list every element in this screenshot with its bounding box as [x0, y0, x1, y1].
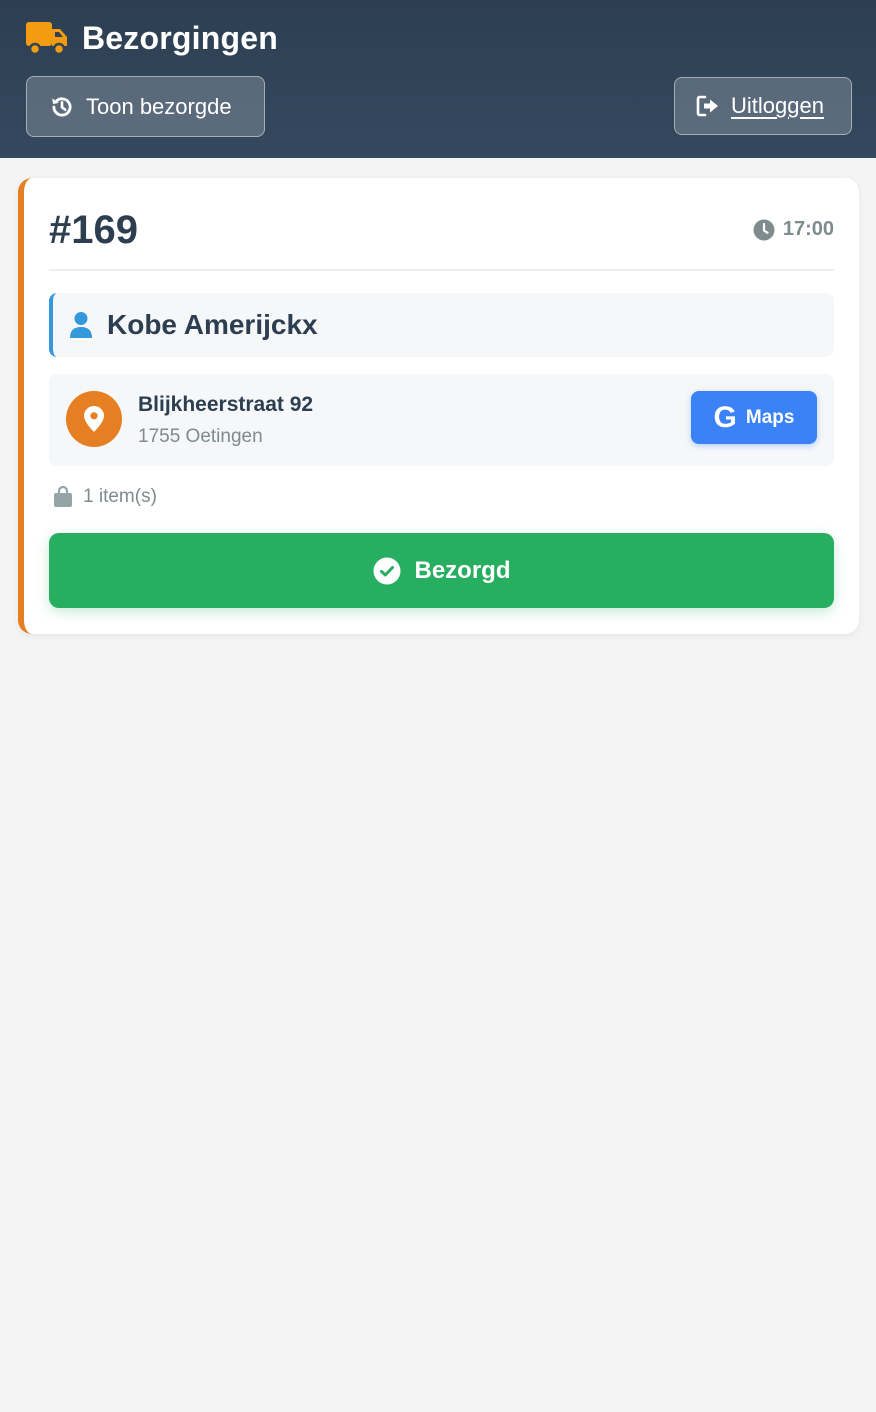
- check-circle-icon: [373, 557, 400, 584]
- show-delivered-label: Toon bezorgde: [86, 93, 232, 119]
- address-street: Blijkheerstraat 92: [138, 393, 314, 416]
- google-icon: G: [713, 400, 737, 434]
- shopping-bag-icon: [54, 486, 72, 507]
- user-icon: [70, 312, 92, 338]
- customer-name: Kobe Amerijckx: [107, 309, 318, 340]
- map-pin-icon: [84, 406, 104, 432]
- history-icon: [52, 97, 72, 116]
- logout-button[interactable]: Uitloggen: [674, 77, 852, 135]
- address-box: Blijkheerstraat 92 1755 Oetingen G Maps: [49, 374, 834, 466]
- items-count-text: 1 item(s): [83, 486, 157, 507]
- maps-button[interactable]: G Maps: [691, 391, 817, 444]
- truck-icon: [26, 22, 67, 56]
- clock-icon: [753, 219, 775, 240]
- brand: Bezorgingen: [26, 18, 278, 58]
- maps-label: Maps: [745, 406, 795, 428]
- delivered-label: Bezorgd: [414, 556, 511, 584]
- show-delivered-button[interactable]: Toon bezorgde: [26, 76, 265, 137]
- app-header: Bezorgingen Toon bezorgde Uitloggen: [0, 0, 876, 158]
- address-city: 1755 Oetingen: [138, 426, 263, 447]
- sign-out-icon: [696, 95, 718, 117]
- delivery-card: #169 17:00 Kobe Amerijckx Blijkheerstraa…: [18, 178, 859, 634]
- delivered-button[interactable]: Bezorgd: [49, 533, 834, 608]
- customer-box: Kobe Amerijckx: [49, 293, 834, 357]
- location-badge: [66, 391, 122, 447]
- items-count: 1 item(s): [53, 486, 157, 508]
- page-title: Bezorgingen: [82, 19, 278, 56]
- delivery-time-value: 17:00: [782, 218, 834, 240]
- logout-label: Uitloggen: [731, 93, 824, 118]
- divider: [49, 269, 834, 271]
- order-number: #169: [49, 208, 138, 252]
- delivery-time: 17:00: [753, 218, 834, 241]
